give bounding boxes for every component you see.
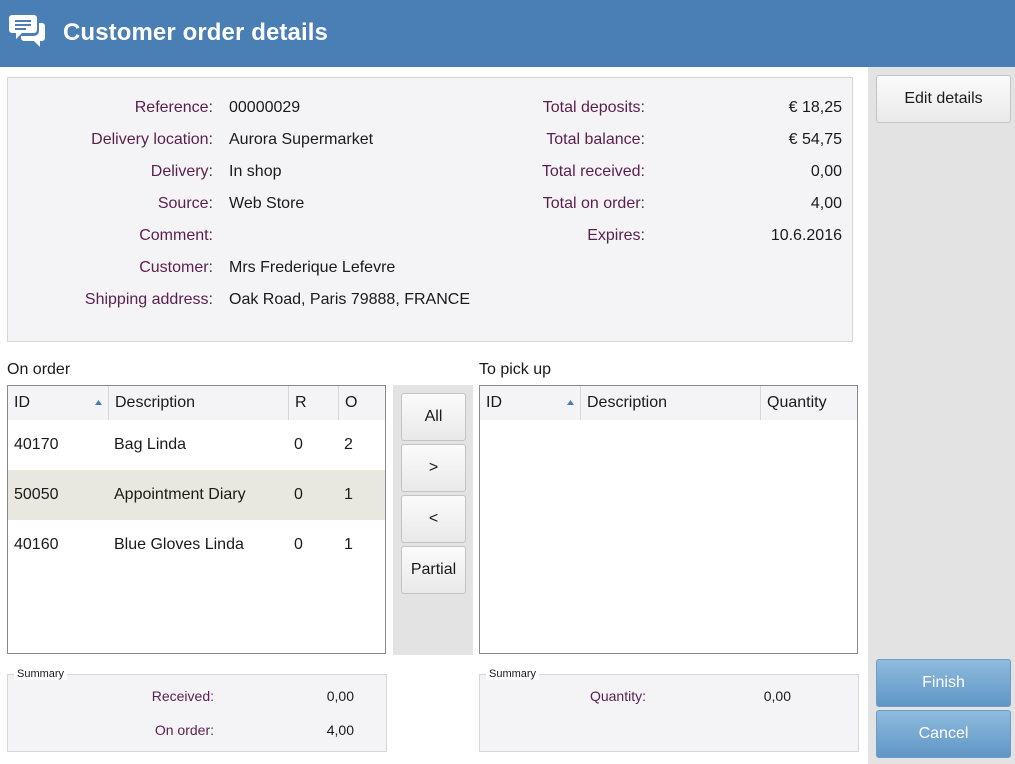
customer-label: Customer: [139, 259, 213, 276]
cell-description: Bag Linda [114, 436, 187, 453]
cell-description: Appointment Diary [114, 486, 246, 503]
total-deposits-value: € 18,25 [788, 99, 842, 116]
column-header-description[interactable]: Description [580, 386, 760, 420]
shipping-address-value: Oak Road, Paris 79888, FRANCE [229, 291, 470, 308]
move-all-button[interactable]: All [401, 393, 466, 441]
on-order-value: 4,00 [326, 722, 354, 738]
partial-button[interactable]: Partial [401, 546, 466, 594]
move-left-button[interactable]: < [401, 495, 466, 543]
delivery-location-value: Aurora Supermarket [229, 131, 374, 148]
total-received-label: Total received: [541, 163, 645, 180]
total-deposits-label: Total deposits: [542, 99, 645, 116]
quantity-label: Quantity: [589, 688, 646, 704]
expires-value: 10.6.2016 [770, 227, 842, 244]
delivery-value: In shop [229, 163, 282, 180]
on-order-title: On order [7, 361, 71, 378]
quantity-value: 0,00 [763, 688, 791, 704]
on-order-label: On order: [154, 722, 214, 738]
total-on-order-value: 4,00 [810, 195, 842, 212]
cell-r: 0 [294, 486, 303, 503]
cell-o: 1 [344, 536, 353, 553]
received-value: 0,00 [326, 688, 354, 704]
on-order-grid-header: ID Description R O [8, 386, 385, 420]
cell-o: 2 [344, 436, 353, 453]
column-header-r[interactable]: R [288, 386, 338, 420]
sort-ascending-icon [567, 400, 574, 405]
table-row[interactable]: 40160 Blue Gloves Linda 0 1 [8, 520, 385, 570]
reference-value: 00000029 [229, 99, 301, 116]
delivery-location-label: Delivery location: [91, 131, 213, 148]
sort-ascending-icon [95, 400, 102, 405]
on-order-grid[interactable]: ID Description R O 40170 Bag Linda 0 2 5… [7, 385, 386, 654]
column-header-quantity[interactable]: Quantity [760, 386, 858, 420]
source-value: Web Store [229, 195, 305, 212]
table-row[interactable]: 40170 Bag Linda 0 2 [8, 420, 385, 470]
cell-description: Blue Gloves Linda [114, 536, 244, 553]
page-title: Customer order details [63, 19, 328, 46]
total-balance-label: Total balance: [546, 131, 645, 148]
to-pick-up-summary: Summary Quantity: 0,00 [479, 668, 859, 752]
total-received-value: 0,00 [810, 163, 842, 180]
customer-value: Mrs Frederique Lefevre [229, 259, 396, 276]
column-header-description[interactable]: Description [108, 386, 288, 420]
summary-legend: Summary [14, 668, 68, 680]
received-label: Received: [151, 688, 214, 704]
column-header-id[interactable]: ID [480, 386, 580, 420]
cell-o: 1 [344, 486, 353, 503]
column-header-id[interactable]: ID [8, 386, 108, 420]
cancel-button[interactable]: Cancel [876, 710, 1011, 758]
column-header-id-label: ID [14, 394, 30, 411]
title-bar: Customer order details [0, 0, 1015, 67]
table-row-selected[interactable]: 50050 Appointment Diary 0 1 [8, 470, 385, 520]
to-pick-up-title: To pick up [479, 361, 552, 378]
chat-bubbles-icon [9, 15, 45, 47]
source-label: Source: [157, 195, 213, 212]
cell-r: 0 [294, 436, 303, 453]
shipping-address-label: Shipping address: [84, 291, 213, 308]
to-pick-up-grid-header: ID Description Quantity [480, 386, 857, 420]
to-pick-up-grid[interactable]: ID Description Quantity [479, 385, 858, 654]
total-on-order-label: Total on order: [542, 195, 645, 212]
cell-id: 40170 [14, 436, 59, 453]
delivery-label: Delivery: [150, 163, 213, 180]
column-header-o[interactable]: O [338, 386, 386, 420]
edit-details-button[interactable]: Edit details [876, 75, 1011, 123]
order-details-panel: Reference: 00000029 Delivery location: A… [7, 77, 853, 342]
cell-id: 40160 [14, 536, 59, 553]
expires-label: Expires: [587, 227, 645, 244]
comment-label: Comment: [139, 227, 213, 244]
cell-r: 0 [294, 536, 303, 553]
on-order-summary: Summary Received: 0,00 On order: 4,00 [7, 668, 387, 752]
reference-label: Reference: [134, 99, 213, 116]
move-right-button[interactable]: > [401, 444, 466, 492]
cell-id: 50050 [14, 486, 59, 503]
column-header-id-label: ID [486, 394, 502, 411]
summary-legend: Summary [486, 668, 540, 680]
finish-button[interactable]: Finish [876, 659, 1011, 707]
total-balance-value: € 54,75 [788, 131, 842, 148]
